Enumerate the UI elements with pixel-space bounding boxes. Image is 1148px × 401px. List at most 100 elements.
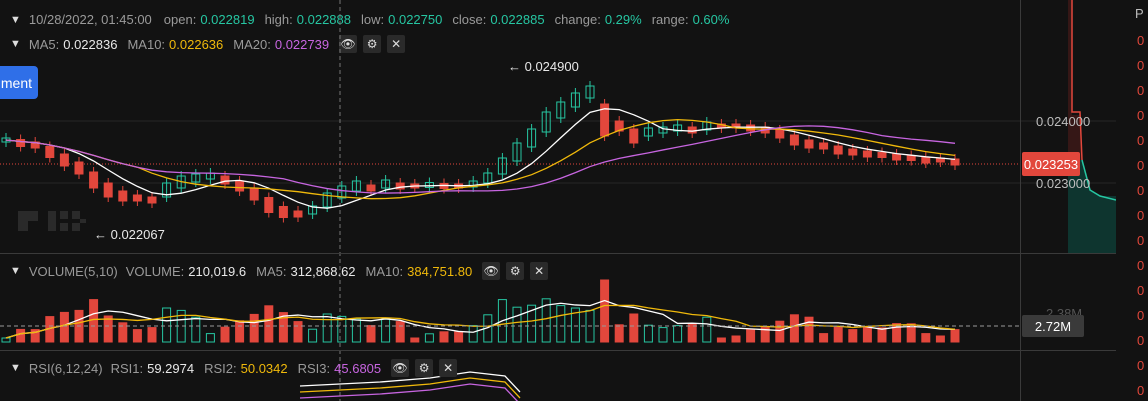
volume-bar xyxy=(1,337,11,343)
volume-bar xyxy=(89,299,99,343)
volume-tag: 2.72M xyxy=(1022,315,1084,337)
volume-bar xyxy=(716,337,726,343)
volume-row: ▼ VOLUME(5,10) VOLUME: 210,019.6 MA5: 31… xyxy=(0,262,554,280)
volume-bar xyxy=(351,318,361,343)
price-tick-1: 0.024000 xyxy=(1036,114,1091,129)
chevron-down-icon[interactable]: ▼ xyxy=(10,265,21,277)
candle xyxy=(118,190,128,202)
eye-icon[interactable]: 👁 xyxy=(482,262,501,280)
candle xyxy=(235,180,245,192)
volume-bar xyxy=(468,325,478,343)
rsi3-label: RSI3: xyxy=(297,360,331,376)
volume-bar xyxy=(819,333,829,343)
volume-bar xyxy=(16,328,26,343)
volume-bar xyxy=(673,325,683,343)
candle xyxy=(89,171,99,189)
volume-bar xyxy=(702,316,712,343)
volume-value: 210,019.6 xyxy=(188,263,247,279)
orderbook-price: 0 xyxy=(1137,183,1145,198)
volume-bar xyxy=(59,311,69,343)
candle xyxy=(132,194,142,202)
gear-icon[interactable]: ⚙ xyxy=(506,262,525,280)
orderbook-price: 0 xyxy=(1137,158,1145,173)
ma-lines xyxy=(5,108,956,209)
candle xyxy=(892,153,902,161)
rsi-title: RSI(6,12,24) xyxy=(28,360,103,376)
close-icon[interactable]: ✕ xyxy=(439,359,458,377)
volume-bar xyxy=(162,307,172,343)
candle xyxy=(687,126,697,134)
candle xyxy=(103,182,113,198)
candle xyxy=(833,145,843,155)
gear-icon[interactable]: ⚙ xyxy=(415,359,434,377)
orderbook-header: P xyxy=(1135,6,1144,21)
volume-bar xyxy=(264,305,274,343)
volume-bar xyxy=(337,315,347,343)
rsi3-value: 45.6805 xyxy=(334,360,382,376)
orderbook-price: 0 xyxy=(1137,383,1145,398)
candle xyxy=(921,156,931,164)
volume-bar xyxy=(804,316,814,343)
orderbook-price: 0 xyxy=(1137,283,1145,298)
orderbook-price: 0 xyxy=(1137,33,1145,48)
candle xyxy=(74,161,84,175)
rsi2-value: 50.0342 xyxy=(240,360,288,376)
volume-bar xyxy=(614,324,624,343)
candles xyxy=(1,81,960,223)
vol-ma10-label: MA10: xyxy=(365,263,404,279)
rsi1-value: 59.2974 xyxy=(147,360,195,376)
volume-bar xyxy=(600,279,610,343)
candle xyxy=(789,134,799,146)
vol-ma5-value: 312,868.62 xyxy=(290,263,356,279)
rsi3-line xyxy=(299,383,519,401)
volume-bar xyxy=(950,329,960,343)
volume-bar xyxy=(921,333,931,343)
volume-bar xyxy=(132,329,142,343)
eye-icon[interactable]: 👁 xyxy=(391,359,410,377)
volume-bar xyxy=(775,320,785,343)
volume-bar xyxy=(205,333,215,343)
price-tick-2: 0.023000 xyxy=(1036,176,1091,191)
candle xyxy=(775,129,785,139)
volume-bar xyxy=(191,316,201,343)
volume-bar xyxy=(848,329,858,343)
candle xyxy=(629,128,639,144)
volume-bar xyxy=(366,325,376,343)
candle xyxy=(264,197,274,213)
volume-label: VOLUME: xyxy=(125,263,185,279)
pane-divider xyxy=(0,253,1116,254)
chevron-down-icon[interactable]: ▼ xyxy=(10,362,21,374)
volume-bar xyxy=(512,306,522,343)
volume-bar xyxy=(746,329,756,343)
volume-bar xyxy=(556,305,566,343)
candle xyxy=(804,139,814,149)
rsi2-line xyxy=(299,377,521,399)
current-price-tag: 0.023253 xyxy=(1022,152,1080,176)
candle xyxy=(249,187,259,201)
volume-bar xyxy=(147,327,157,343)
volume-bar xyxy=(293,321,303,343)
volume-bar xyxy=(629,313,639,343)
rsi2-label: RSI2: xyxy=(204,360,237,376)
volume-bar xyxy=(658,327,668,343)
candle xyxy=(906,155,916,161)
orderbook-price: 0 xyxy=(1137,233,1145,248)
candle xyxy=(819,142,829,150)
volume-bar xyxy=(935,335,945,343)
orderbook-price: 0 xyxy=(1137,83,1145,98)
volume-bar xyxy=(249,313,259,343)
volume-bar xyxy=(103,315,113,343)
volume-bar xyxy=(235,320,245,343)
vol-ma5-label: MA5: xyxy=(256,263,287,279)
volume-bar xyxy=(395,321,405,343)
candle xyxy=(278,206,288,218)
candle xyxy=(862,150,872,158)
close-icon[interactable]: ✕ xyxy=(530,262,549,280)
low-annotation: ← 0.022067 xyxy=(94,227,165,242)
orderbook-price: 0 xyxy=(1137,58,1145,73)
orderbook-price: 0 xyxy=(1137,208,1145,223)
volume-bar xyxy=(220,326,230,343)
vol-ma10-value: 384,751.80 xyxy=(407,263,473,279)
volume-bar xyxy=(731,335,741,343)
volume-bar xyxy=(454,331,464,343)
